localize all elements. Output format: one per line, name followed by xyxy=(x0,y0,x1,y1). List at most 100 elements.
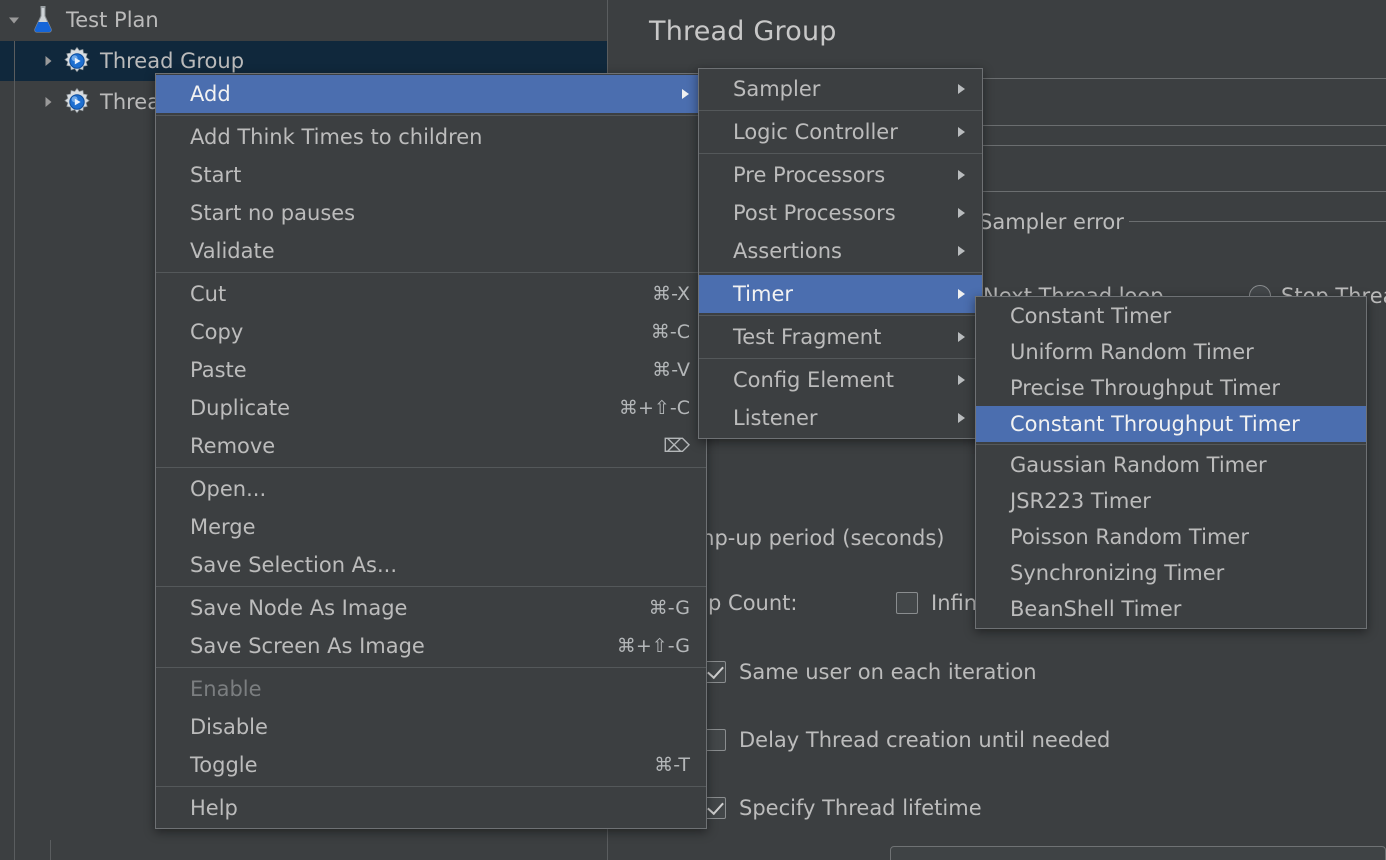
menu-separator xyxy=(699,358,982,359)
menu-item-label: Constant Timer xyxy=(1010,304,1172,328)
menu-item-label: Gaussian Random Timer xyxy=(1010,453,1267,477)
menu-item-label: Help xyxy=(190,796,238,820)
menu-item-duplicate[interactable]: Duplicate ⌘+⇧-C xyxy=(156,389,706,427)
menu-separator xyxy=(976,444,1366,445)
add-item-pre-processors[interactable]: Pre Processors xyxy=(699,156,982,194)
menu-item-label: Save Selection As... xyxy=(190,553,398,577)
menu-item-disable[interactable]: Disable xyxy=(156,708,706,746)
menu-item-label: Toggle xyxy=(190,753,258,777)
menu-item-label: Listener xyxy=(733,406,818,430)
menu-separator xyxy=(156,115,706,116)
tree-node-label: Test Plan xyxy=(66,8,159,32)
chevron-right-icon xyxy=(954,244,982,258)
menu-item-remove[interactable]: Remove ⌦ xyxy=(156,427,706,465)
timer-item-precise-throughput-timer[interactable]: Precise Throughput Timer xyxy=(976,370,1366,406)
menu-item-add[interactable]: Add xyxy=(156,75,706,113)
menu-item-label: Duplicate xyxy=(190,396,291,420)
menu-separator xyxy=(156,786,706,787)
menu-item-label: Save Node As Image xyxy=(190,596,408,620)
ramp-up-label: Ramp-up period (seconds) xyxy=(667,526,945,550)
timer-item-constant-throughput-timer[interactable]: Constant Throughput Timer xyxy=(976,406,1366,442)
add-item-listener[interactable]: Listener xyxy=(699,399,982,437)
tree-node-label: Thread Group xyxy=(100,49,245,73)
menu-item-open[interactable]: Open... xyxy=(156,470,706,508)
add-item-test-fragment[interactable]: Test Fragment xyxy=(699,318,982,356)
delay-thread-checkbox[interactable] xyxy=(704,729,726,751)
timer-submenu: Constant Timer Uniform Random Timer Precis… xyxy=(975,296,1367,629)
menu-item-shortcut: ⌘+⇧-G xyxy=(616,635,690,657)
chevron-right-icon xyxy=(954,82,982,96)
add-item-sampler[interactable]: Sampler xyxy=(699,70,982,108)
menu-separator xyxy=(699,315,982,316)
menu-item-label: Sampler xyxy=(733,77,821,101)
menu-item-label: Validate xyxy=(190,239,275,263)
menu-separator xyxy=(156,467,706,468)
menu-item-label: Poisson Random Timer xyxy=(1010,525,1249,549)
timer-item-poisson-random-timer[interactable]: Poisson Random Timer xyxy=(976,519,1366,555)
menu-item-label: Paste xyxy=(190,358,247,382)
menu-item-paste[interactable]: Paste ⌘-V xyxy=(156,351,706,389)
menu-item-save-screen-as-image[interactable]: Save Screen As Image ⌘+⇧-G xyxy=(156,627,706,665)
menu-separator xyxy=(699,153,982,154)
menu-item-label: Cut xyxy=(190,282,227,306)
menu-item-cut[interactable]: Cut ⌘-X xyxy=(156,275,706,313)
timer-item-jsr223-timer[interactable]: JSR223 Timer xyxy=(976,483,1366,519)
menu-item-label: Config Element xyxy=(733,368,894,392)
delay-thread-label: Delay Thread creation until needed xyxy=(739,728,1111,752)
menu-item-label: Pre Processors xyxy=(733,163,886,187)
timer-item-gaussian-random-timer[interactable]: Gaussian Random Timer xyxy=(976,447,1366,483)
specify-lifetime-checkbox[interactable] xyxy=(704,797,726,819)
timer-item-synchronizing-timer[interactable]: Synchronizing Timer xyxy=(976,555,1366,591)
add-item-logic-controller[interactable]: Logic Controller xyxy=(699,113,982,151)
timer-item-constant-timer[interactable]: Constant Timer xyxy=(976,298,1366,334)
menu-item-label: Remove xyxy=(190,434,276,458)
menu-item-save-node-as-image[interactable]: Save Node As Image ⌘-G xyxy=(156,589,706,627)
timer-item-beanshell-timer[interactable]: BeanShell Timer xyxy=(976,591,1366,627)
chevron-down-icon[interactable] xyxy=(2,13,26,27)
menu-item-label: Assertions xyxy=(733,239,842,263)
add-item-post-processors[interactable]: Post Processors xyxy=(699,194,982,232)
add-item-config-element[interactable]: Config Element xyxy=(699,361,982,399)
group-rule xyxy=(1129,221,1386,222)
menu-item-save-selection-as[interactable]: Save Selection As... xyxy=(156,546,706,584)
menu-item-validate[interactable]: Validate xyxy=(156,232,706,270)
menu-item-help[interactable]: Help xyxy=(156,789,706,827)
menu-item-label: Open... xyxy=(190,477,267,501)
specify-lifetime-label: Specify Thread lifetime xyxy=(739,796,982,820)
menu-item-label: Enable xyxy=(190,677,262,701)
thread-group-icon xyxy=(60,46,94,76)
chevron-right-icon[interactable] xyxy=(36,95,60,109)
menu-item-label: Synchronizing Timer xyxy=(1010,561,1225,585)
menu-item-enable: Enable xyxy=(156,670,706,708)
menu-separator xyxy=(156,272,706,273)
add-item-timer[interactable]: Timer xyxy=(699,275,982,313)
infinite-checkbox[interactable] xyxy=(896,592,918,614)
tree-node-test-plan[interactable]: Test Plan xyxy=(0,0,607,40)
menu-item-start[interactable]: Start xyxy=(156,156,706,194)
menu-item-copy[interactable]: Copy ⌘-C xyxy=(156,313,706,351)
duration-field[interactable] xyxy=(890,846,1386,860)
menu-item-merge[interactable]: Merge xyxy=(156,508,706,546)
menu-item-shortcut: ⌘-G xyxy=(648,597,690,619)
menu-separator xyxy=(156,667,706,668)
same-user-label: Same user on each iteration xyxy=(739,660,1037,684)
add-item-assertions[interactable]: Assertions xyxy=(699,232,982,270)
chevron-right-icon xyxy=(954,206,982,220)
timer-item-uniform-random-timer[interactable]: Uniform Random Timer xyxy=(976,334,1366,370)
jmeter-window: Test Plan Thread Group Thread Thread Gro… xyxy=(0,0,1386,860)
menu-item-label: Start xyxy=(190,163,242,187)
menu-item-start-no-pauses[interactable]: Start no pauses xyxy=(156,194,706,232)
menu-item-label: Test Fragment xyxy=(733,325,882,349)
menu-separator xyxy=(699,272,982,273)
chevron-right-icon[interactable] xyxy=(36,54,60,68)
menu-item-toggle[interactable]: Toggle ⌘-T xyxy=(156,746,706,784)
menu-item-add-think-times-to-children[interactable]: Add Think Times to children xyxy=(156,118,706,156)
add-submenu: Sampler Logic Controller Pre Processors Pos… xyxy=(698,68,983,439)
menu-item-label: Merge xyxy=(190,515,256,539)
menu-item-label: BeanShell Timer xyxy=(1010,597,1182,621)
same-user-checkbox[interactable] xyxy=(704,661,726,683)
tree-indent-guide xyxy=(14,41,15,860)
chevron-right-icon xyxy=(954,168,982,182)
page-title: Thread Group xyxy=(649,16,837,47)
menu-item-shortcut: ⌘-T xyxy=(654,754,690,776)
